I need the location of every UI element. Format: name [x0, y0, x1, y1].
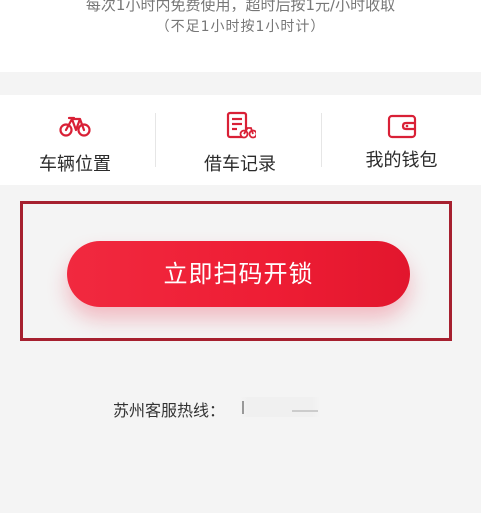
shortcut-bar: 车辆位置 借车记录 我的钱包 — [0, 95, 481, 185]
divider — [155, 113, 156, 167]
fee-rules-panel: 每次1小时内免费使用，超时后按1元/小时收取 （不足1小时按1小时计） — [0, 0, 481, 72]
fee-rule-text: 每次1小时内免费使用，超时后按1元/小时收取 — [85, 0, 396, 14]
hotline-number-redacted[interactable] — [240, 397, 320, 417]
scan-unlock-button[interactable]: 立即扫码开锁 — [67, 241, 410, 307]
shortcut-label: 我的钱包 — [365, 150, 438, 171]
borrow-records-shortcut[interactable]: 借车记录 — [160, 95, 320, 185]
shortcut-label: 车辆位置 — [39, 154, 111, 175]
shortcut-label: 借车记录 — [204, 154, 276, 175]
vehicle-location-shortcut[interactable]: 车辆位置 — [0, 95, 150, 185]
my-wallet-shortcut[interactable]: 我的钱包 — [322, 95, 481, 185]
redaction-mark — [242, 401, 244, 414]
hotline-label: 苏州客服热线： — [113, 401, 226, 420]
fee-rule-note: （不足1小时按1小时计） — [155, 19, 326, 35]
redaction-mark — [292, 410, 318, 412]
bicycle-icon — [59, 115, 91, 141]
wallet-icon — [387, 113, 417, 143]
record-icon — [224, 110, 258, 146]
